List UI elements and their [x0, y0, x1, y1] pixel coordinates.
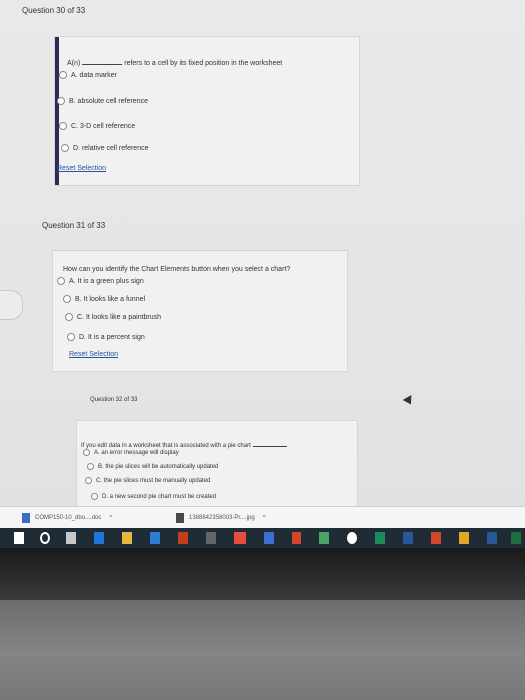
question-31-prompt: How can you identify the Chart Elements …: [63, 266, 291, 273]
prompt-prefix: A(n): [67, 60, 81, 67]
option-label: B. absolute cell reference: [69, 97, 148, 105]
radio-button[interactable]: [67, 333, 75, 341]
chevron-up-icon[interactable]: ^: [109, 515, 112, 521]
option-label: D. a new second pie chart must be create…: [102, 493, 217, 500]
screen: Question 30 of 33 A(n) refers to a cell b…: [0, 0, 525, 600]
option-label: C. the pie slices must be manually updat…: [96, 477, 211, 484]
app-icon[interactable]: [233, 532, 246, 544]
radio-button[interactable]: [57, 277, 65, 285]
radio-button[interactable]: [59, 71, 67, 79]
radio-button[interactable]: [61, 144, 69, 152]
question-31-card: How can you identify the Chart Elements …: [52, 250, 348, 372]
taskbar: [0, 528, 525, 548]
option-label: B. the pie slices will be automatically …: [98, 463, 219, 470]
side-panel-toggle[interactable]: [0, 290, 23, 320]
store-icon[interactable]: [149, 532, 160, 544]
option-label: A. data marker: [71, 71, 117, 79]
option-b[interactable]: B. absolute cell reference: [57, 97, 148, 105]
app-icon[interactable]: [177, 532, 188, 544]
option-a[interactable]: A. an error message will display: [83, 449, 179, 456]
file-explorer-icon[interactable]: [121, 532, 132, 544]
download-filename: COMP150-10_dbo....doc: [35, 515, 102, 521]
option-c[interactable]: C. 3-D cell reference: [59, 122, 135, 130]
option-label: D. It is a percent sign: [79, 333, 145, 341]
app-icon[interactable]: [263, 532, 274, 544]
question-30-prompt: A(n) refers to a cell by its fixed positi…: [67, 57, 282, 67]
task-view-icon[interactable]: [65, 532, 76, 544]
download-item[interactable]: 1388842358003-Pr....jpg ^: [176, 513, 266, 523]
app-icon[interactable]: [291, 532, 302, 544]
monitor-bezel: [0, 548, 525, 600]
windows-start-icon[interactable]: [14, 532, 24, 544]
excel-icon[interactable]: [511, 532, 522, 544]
reset-selection-link[interactable]: Reset Selection: [69, 351, 118, 358]
option-label: A. an error message will display: [94, 449, 179, 456]
option-c[interactable]: C. the pie slices must be manually updat…: [85, 477, 210, 484]
radio-button[interactable]: [91, 493, 98, 500]
search-circle-icon[interactable]: [39, 532, 50, 544]
option-label: C. 3-D cell reference: [71, 122, 136, 130]
app-icon[interactable]: [205, 532, 216, 544]
option-b[interactable]: B. It looks like a funnel: [63, 295, 145, 303]
question-32-prompt: If you edit data in a worksheet that is …: [81, 441, 289, 449]
word-file-icon: [22, 513, 30, 523]
radio-button[interactable]: [57, 97, 65, 105]
app-icon[interactable]: [319, 532, 330, 544]
app-icon[interactable]: [403, 532, 414, 544]
option-d[interactable]: D. a new second pie chart must be create…: [91, 493, 216, 500]
radio-button[interactable]: [65, 313, 73, 321]
question-32-header: Question 32 of 33: [90, 397, 138, 403]
question-accent-bar: [55, 37, 59, 185]
chevron-up-icon[interactable]: ^: [263, 515, 266, 521]
question-31-header: Question 31 of 33: [42, 221, 106, 230]
mouse-cursor-icon: [402, 395, 416, 407]
option-b[interactable]: B. the pie slices will be automatically …: [87, 463, 218, 470]
download-shelf: COMP150-10_dbo....doc ^ 1388842358003-Pr.…: [0, 506, 525, 529]
app-icon[interactable]: [431, 532, 442, 544]
option-d[interactable]: D. It is a percent sign: [67, 333, 145, 341]
answer-blank: [252, 441, 287, 447]
option-c[interactable]: C. It looks like a paintbrush: [65, 313, 161, 321]
radio-button[interactable]: [59, 122, 67, 130]
download-filename: 1388842358003-Pr....jpg: [189, 515, 255, 521]
option-d[interactable]: D. relative cell reference: [61, 144, 148, 152]
question-32-card: If you edit data in a worksheet that is …: [76, 420, 358, 508]
question-30-card: A(n) refers to a cell by its fixed positi…: [54, 36, 360, 186]
option-label: A. It is a green plus sign: [69, 277, 144, 285]
answer-blank: [82, 57, 123, 65]
radio-button[interactable]: [85, 477, 92, 484]
chrome-icon[interactable]: [347, 532, 358, 544]
app-icon[interactable]: [459, 532, 470, 544]
question-30-header: Question 30 of 33: [22, 6, 86, 15]
image-file-icon: [176, 513, 184, 523]
download-item[interactable]: COMP150-10_dbo....doc ^: [22, 513, 112, 523]
prompt-rest: refers to a cell by its fixed position i…: [124, 60, 283, 67]
radio-button[interactable]: [83, 449, 90, 456]
option-label: C. It looks like a paintbrush: [77, 313, 162, 321]
app-icon[interactable]: [375, 532, 386, 544]
word-icon[interactable]: [487, 532, 498, 544]
option-label: D. relative cell reference: [73, 144, 149, 152]
radio-button[interactable]: [87, 463, 94, 470]
desk-background: [0, 600, 525, 700]
reset-selection-link[interactable]: Reset Selection: [57, 165, 106, 172]
option-a[interactable]: A. It is a green plus sign: [57, 277, 144, 285]
option-label: B. It looks like a funnel: [75, 295, 146, 303]
edge-browser-icon[interactable]: [93, 532, 104, 544]
radio-button[interactable]: [63, 295, 71, 303]
option-a[interactable]: A. data marker: [59, 71, 117, 79]
